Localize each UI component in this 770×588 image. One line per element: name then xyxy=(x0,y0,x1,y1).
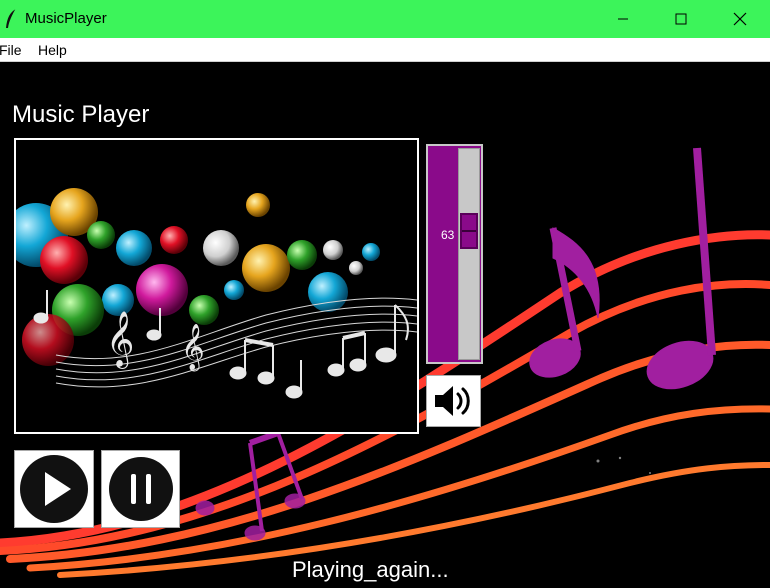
pause-icon xyxy=(108,457,173,521)
close-button[interactable] xyxy=(710,0,770,38)
menu-help[interactable]: Help xyxy=(38,42,67,58)
svg-text:𝄞: 𝄞 xyxy=(106,311,134,369)
status-text: Playing_again... xyxy=(292,557,449,582)
volume-slider[interactable]: 63 xyxy=(426,144,483,364)
minimize-icon xyxy=(618,18,628,20)
player-area: Music Player 𝄞 𝄞 63 Playing_again... xyxy=(0,63,770,588)
play-button[interactable] xyxy=(14,450,94,528)
svg-text:𝄞: 𝄞 xyxy=(181,324,205,372)
page-title: Music Player xyxy=(12,101,150,128)
speaker-icon xyxy=(434,386,470,416)
window-title: MusicPlayer xyxy=(25,10,107,27)
pause-button[interactable] xyxy=(101,450,180,528)
play-icon xyxy=(20,455,88,523)
maximize-icon xyxy=(675,13,687,25)
maximize-button[interactable] xyxy=(652,0,710,38)
menu-file[interactable]: File xyxy=(0,42,22,58)
title-bar: MusicPlayer xyxy=(0,0,770,38)
feather-icon xyxy=(4,8,18,30)
mute-button[interactable] xyxy=(426,375,481,427)
close-icon xyxy=(733,12,747,26)
minimize-button[interactable] xyxy=(594,0,652,38)
colorful-music-image: 𝄞 𝄞 xyxy=(16,140,417,432)
volume-trough[interactable] xyxy=(458,148,480,360)
menu-bar: File Help xyxy=(0,38,770,62)
volume-slider-handle[interactable] xyxy=(460,213,478,249)
album-art: 𝄞 𝄞 xyxy=(14,138,419,434)
volume-value: 63 xyxy=(441,228,455,242)
